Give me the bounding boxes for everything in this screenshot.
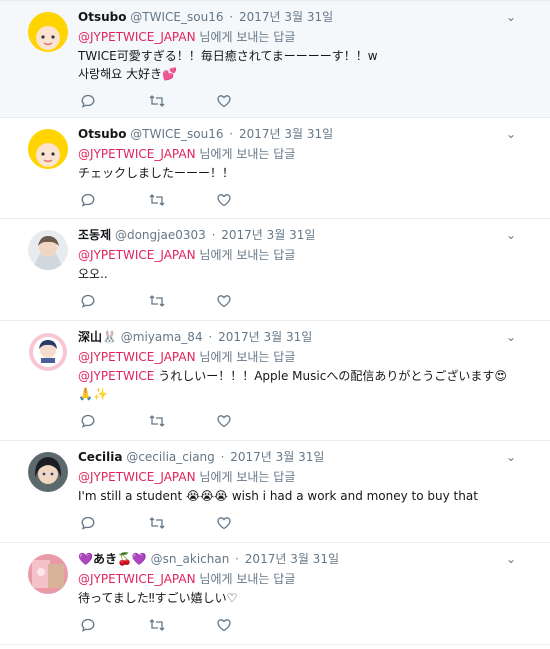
avatar[interactable] — [28, 230, 68, 270]
tweet-actions — [80, 182, 536, 218]
like-icon[interactable] — [216, 411, 284, 431]
separator: · — [220, 450, 225, 464]
like-icon[interactable] — [216, 615, 284, 635]
reply-mention[interactable]: @JYPETWICE_JAPAN — [78, 350, 196, 364]
user-handle[interactable]: @sn_akichan — [151, 552, 230, 566]
reply-icon[interactable] — [80, 615, 148, 635]
reply-suffix: 님에게 보내는 답글 — [199, 248, 296, 262]
tweet[interactable]: ⌄ Otsubo @TWICE_sou16 · 2017년 3월 31일 @JY… — [0, 1, 550, 118]
reply-suffix: 님에게 보내는 답글 — [199, 30, 296, 44]
timestamp[interactable]: 2017년 3월 31일 — [239, 10, 333, 24]
retweet-icon[interactable] — [148, 91, 216, 111]
like-icon[interactable] — [216, 291, 284, 311]
reply-icon[interactable] — [80, 190, 148, 210]
avatar[interactable] — [28, 332, 68, 372]
separator: · — [229, 10, 234, 24]
user-handle[interactable]: @miyama_84 — [121, 330, 203, 344]
like-icon[interactable] — [216, 190, 284, 210]
retweet-icon[interactable] — [148, 615, 216, 635]
tweet-text: チェックしましたーーー！！ — [78, 166, 235, 180]
separator: · — [211, 228, 216, 242]
chevron-down-icon[interactable]: ⌄ — [502, 8, 520, 26]
avatar[interactable] — [28, 452, 68, 492]
chevron-down-icon[interactable]: ⌄ — [502, 328, 520, 346]
avatar[interactable] — [28, 12, 68, 52]
reply-suffix: 님에게 보내는 답글 — [199, 572, 296, 586]
tweet-actions — [80, 607, 536, 643]
reply-mention[interactable]: @JYPETWICE_JAPAN — [78, 30, 196, 44]
tweet-actions — [80, 505, 536, 541]
display-name[interactable]: 深山🐰 — [78, 330, 117, 344]
reply-context: @JYPETWICE_JAPAN 님에게 보내는 답글 — [78, 469, 536, 485]
chevron-down-icon[interactable]: ⌄ — [502, 550, 520, 568]
tweet-feed: ⌄ Otsubo @TWICE_sou16 · 2017년 3월 31일 @JY… — [0, 0, 550, 645]
user-handle[interactable]: @TWICE_sou16 — [130, 10, 223, 24]
tweet[interactable]: ⌄ Otsubo @TWICE_sou16 · 2017년 3월 31일 @JY… — [0, 118, 550, 219]
user-handle[interactable]: @TWICE_sou16 — [130, 127, 223, 141]
reply-suffix: 님에게 보내는 답글 — [199, 147, 296, 161]
reply-icon[interactable] — [80, 411, 148, 431]
tweet-actions — [80, 83, 536, 119]
timestamp[interactable]: 2017년 3월 31일 — [245, 552, 339, 566]
reply-context: @JYPETWICE_JAPAN 님에게 보내는 답글 — [78, 29, 536, 45]
like-icon[interactable] — [216, 513, 284, 533]
display-name[interactable]: 💜あき🍒💜 — [78, 552, 147, 566]
timestamp[interactable]: 2017년 3월 31일 — [239, 127, 333, 141]
tweet-actions — [80, 403, 536, 439]
separator: · — [229, 127, 234, 141]
tweet-header: Cecilia @cecilia_ciang · 2017년 3월 31일 — [78, 449, 536, 465]
user-handle[interactable]: @cecilia_ciang — [126, 450, 214, 464]
tweet-actions — [80, 283, 536, 319]
display-name[interactable]: 조동제 — [78, 228, 111, 242]
tweet[interactable]: ⌄ 조동제 @dongjae0303 · 2017년 3월 31일 @JYPET… — [0, 219, 550, 321]
reply-suffix: 님에게 보내는 답글 — [199, 350, 296, 364]
tweet-text: @JYPETWICE うれしいー！！！Apple Musicへの配信ありがとうご… — [78, 367, 536, 403]
reply-mention[interactable]: @JYPETWICE_JAPAN — [78, 248, 196, 262]
tweet-text: 待ってました‼すごい嬉しい♡ — [78, 591, 238, 605]
reply-suffix: 님에게 보내는 답글 — [199, 470, 296, 484]
tweet-text: 오오.. — [78, 267, 108, 281]
tweet[interactable]: ⌄ 💜あき🍒💜 @sn_akichan · 2017년 3월 31일 @JYPE… — [0, 543, 550, 645]
tweet-header: Otsubo @TWICE_sou16 · 2017년 3월 31일 — [78, 126, 536, 142]
reply-context: @JYPETWICE_JAPAN 님에게 보내는 답글 — [78, 247, 536, 263]
reply-icon[interactable] — [80, 91, 148, 111]
chevron-down-icon[interactable]: ⌄ — [502, 448, 520, 466]
retweet-icon[interactable] — [148, 190, 216, 210]
tweet-header: 💜あき🍒💜 @sn_akichan · 2017년 3월 31일 — [78, 551, 536, 567]
retweet-icon[interactable] — [148, 291, 216, 311]
display-name[interactable]: Otsubo — [78, 127, 126, 141]
separator: · — [208, 330, 213, 344]
like-icon[interactable] — [216, 91, 284, 111]
reply-icon[interactable] — [80, 513, 148, 533]
chevron-down-icon[interactable]: ⌄ — [502, 226, 520, 244]
retweet-icon[interactable] — [148, 411, 216, 431]
tweet-header: Otsubo @TWICE_sou16 · 2017년 3월 31일 — [78, 9, 536, 25]
timestamp[interactable]: 2017년 3월 31일 — [218, 330, 312, 344]
retweet-icon[interactable] — [148, 513, 216, 533]
reply-context: @JYPETWICE_JAPAN 님에게 보내는 답글 — [78, 146, 536, 162]
tweet[interactable]: ⌄ Cecilia @cecilia_ciang · 2017년 3월 31일 … — [0, 441, 550, 543]
timestamp[interactable]: 2017년 3월 31일 — [221, 228, 315, 242]
separator: · — [235, 552, 239, 566]
reply-context: @JYPETWICE_JAPAN 님에게 보내는 답글 — [78, 571, 536, 587]
reply-mention[interactable]: @JYPETWICE_JAPAN — [78, 147, 196, 161]
tweet[interactable]: ⌄ 深山🐰 @miyama_84 · 2017년 3월 31일 @JYPETWI… — [0, 321, 550, 441]
display-name[interactable]: Otsubo — [78, 10, 126, 24]
tweet-text: I'm still a student 😭😭😭 wish i had a wor… — [78, 489, 478, 503]
reply-mention[interactable]: @JYPETWICE_JAPAN — [78, 470, 196, 484]
text-mention[interactable]: @JYPETWICE — [78, 369, 154, 383]
reply-mention[interactable]: @JYPETWICE_JAPAN — [78, 572, 196, 586]
reply-context: @JYPETWICE_JAPAN 님에게 보내는 답글 — [78, 349, 536, 365]
tweet-header: 深山🐰 @miyama_84 · 2017년 3월 31일 — [78, 329, 536, 345]
tweet-header: 조동제 @dongjae0303 · 2017년 3월 31일 — [78, 227, 536, 243]
avatar[interactable] — [28, 129, 68, 169]
timestamp[interactable]: 2017년 3월 31일 — [230, 450, 324, 464]
avatar[interactable] — [28, 554, 68, 594]
tweet-text: TWICE可愛すぎる！！毎日癒されてまーーーーす！！w 사랑해요 大好き💕 — [78, 49, 378, 81]
user-handle[interactable]: @dongjae0303 — [115, 228, 206, 242]
reply-icon[interactable] — [80, 291, 148, 311]
display-name[interactable]: Cecilia — [78, 450, 123, 464]
chevron-down-icon[interactable]: ⌄ — [502, 125, 520, 143]
